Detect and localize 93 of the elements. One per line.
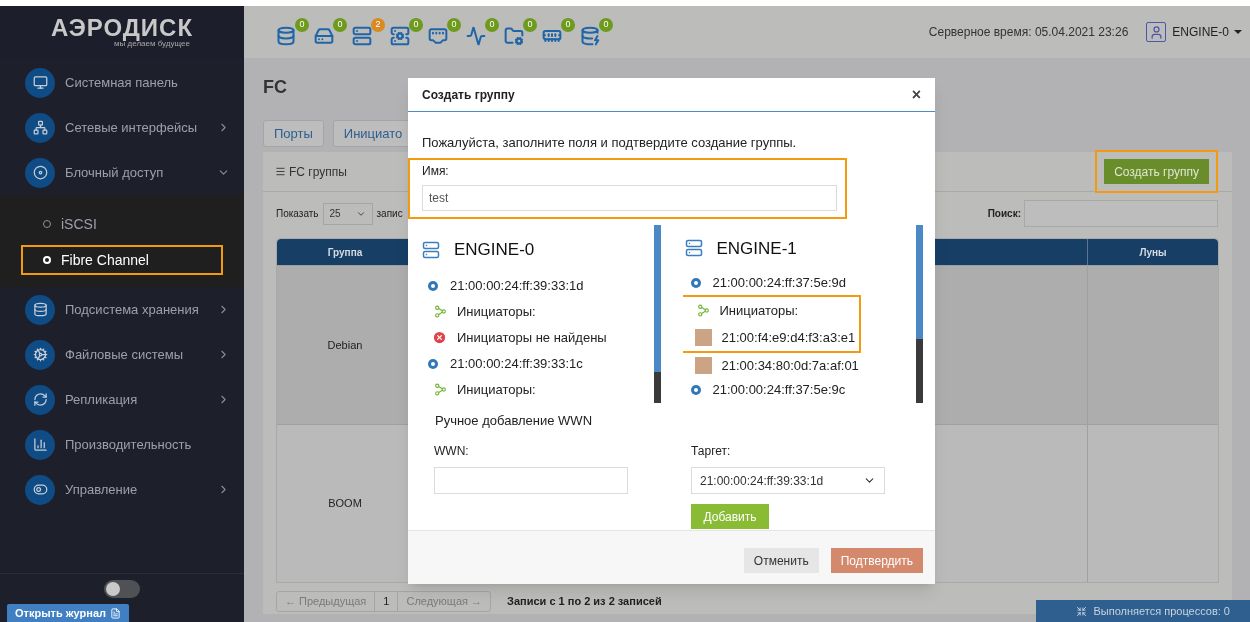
initiator-swatch[interactable]	[694, 329, 712, 347]
user-menu[interactable]: ENGINE-0	[1172, 23, 1242, 41]
share-icon	[696, 304, 710, 318]
initiator-wwn: 21:00:34:80:0d:7a:af:01	[721, 356, 859, 375]
count-badge: 0	[523, 18, 537, 32]
scrollbar[interactable]	[653, 224, 661, 403]
submenu-item[interactable]: iSCSI	[21, 209, 223, 239]
name-label: Имя:	[422, 162, 450, 180]
count-badge: 2	[371, 18, 385, 32]
page-size-select[interactable]: 25	[322, 202, 373, 225]
target-icon	[690, 385, 701, 396]
sidebar-item[interactable]: Репликация	[0, 377, 244, 422]
dialog-prompt: Пожалуйста, заполните поля и подтвердите создание группы.	[422, 134, 798, 152]
wwn-label: WWN:	[434, 443, 470, 460]
sidebar-item[interactable]: Управление	[0, 467, 244, 512]
count-badge: 0	[599, 18, 613, 32]
target-wwn: 21:00:00:24:ff:37:5e:9d	[712, 274, 846, 292]
tab[interactable]: Порты	[263, 120, 324, 147]
sidebar-item[interactable]: Производительность	[0, 422, 244, 467]
name-input[interactable]: test	[422, 184, 837, 211]
search-label: Поиск:	[987, 207, 1021, 221]
dialog-title: Создать группу	[422, 86, 515, 104]
network-icon	[25, 112, 55, 143]
count-badge: 0	[561, 18, 575, 32]
page-button[interactable]: 1	[374, 592, 398, 611]
target-select[interactable]: 21:00:00:24:ff:39:33:1d	[691, 467, 885, 494]
server-gear-icon[interactable]	[390, 26, 410, 46]
sidebar-item[interactable]: Системная панель	[0, 60, 244, 105]
table-cell-text: Debian	[327, 337, 363, 353]
count-badge: 0	[333, 18, 347, 32]
monitor-icon	[25, 67, 55, 98]
open-journal-button[interactable]: Открыть журнал	[7, 604, 129, 622]
journal-icon	[110, 607, 121, 619]
target-icon	[690, 277, 701, 288]
database-icon	[25, 294, 55, 325]
entries-info: Записи с 1 по 2 из 2 записей	[507, 594, 662, 610]
submenu-item[interactable]: Fibre Channel	[21, 245, 223, 275]
server-icon	[684, 239, 703, 258]
column-header[interactable]: Группа	[327, 244, 363, 260]
initiators-heading: Инициаторы:	[719, 301, 799, 320]
sidebar-item[interactable]: Блочный доступ	[0, 150, 244, 195]
sidebar-item[interactable]: Файловые системы	[0, 332, 244, 377]
cancel-button[interactable]: Отменить	[743, 548, 819, 573]
initiators-heading: Инициаторы:	[457, 380, 536, 399]
initiator-wwn: 21:00:f4:e9:d4:f3:a3:e1	[721, 328, 856, 347]
target-wwn: 21:00:00:24:ff:39:33:1d	[450, 276, 584, 295]
wwn-input[interactable]	[434, 467, 628, 494]
engine-name: ENGINE-1	[716, 237, 797, 260]
toggle-icon	[25, 474, 55, 505]
target-icon	[428, 280, 438, 291]
server-icon	[422, 240, 440, 259]
scrollbar[interactable]	[916, 224, 923, 403]
not-found-message: Инициаторы не найдены	[457, 328, 607, 347]
count-badge: 0	[409, 18, 423, 32]
panel-title: FC группы	[289, 163, 347, 181]
target-wwn: 21:00:00:24:ff:39:33:1c	[450, 354, 583, 373]
server-time: Серверное время: 05.04.2021 23:26	[928, 24, 1129, 41]
target-icon	[428, 358, 438, 369]
count-badge: 0	[485, 18, 499, 32]
ethernet-port-icon[interactable]	[428, 26, 448, 46]
engine-name: ENGINE-0	[454, 238, 535, 261]
close-button[interactable]: ×	[911, 86, 921, 103]
sidebar-item[interactable]: Сетевые интерфейсы	[0, 105, 244, 150]
initiators-heading: Инициаторы:	[457, 302, 536, 321]
share-icon	[434, 383, 447, 396]
show-label: Показать	[276, 207, 319, 221]
hard-drive-icon[interactable]	[314, 26, 334, 46]
error-icon	[432, 330, 447, 346]
server-icon[interactable]	[352, 26, 372, 46]
toggle-switch[interactable]	[104, 580, 140, 598]
count-badge: 0	[295, 18, 309, 32]
status-bar: Выполняется процессов: 0	[1036, 600, 1250, 622]
gears-icon	[25, 339, 55, 370]
database-link-icon[interactable]	[580, 26, 600, 46]
share-icon	[434, 305, 447, 319]
entries-label: запис	[376, 207, 403, 221]
column-header[interactable]: Луны	[1139, 244, 1167, 260]
page-title: FC	[263, 76, 287, 99]
database-icon[interactable]	[276, 26, 296, 46]
refresh-icon	[25, 384, 55, 415]
folder-gear-icon[interactable]	[504, 26, 524, 46]
count-badge: 0	[447, 18, 461, 32]
target-wwn: 21:00:00:24:ff:37:5e:9c	[712, 381, 846, 400]
bar-chart-icon	[25, 429, 55, 460]
sidebar-item[interactable]: Подсистема хранения	[0, 287, 244, 332]
section-title: Ручное добавление WWN	[435, 411, 594, 430]
pulse-icon[interactable]	[466, 26, 486, 46]
initiator-swatch[interactable]	[694, 356, 712, 374]
table-cell-text: BOOM	[328, 496, 362, 511]
logo[interactable]: АЭРОДИСК мы делаем будущее	[0, 6, 244, 58]
user-icon	[1146, 22, 1167, 42]
menu-icon	[275, 166, 286, 177]
target-label: Таргет:	[691, 443, 732, 460]
